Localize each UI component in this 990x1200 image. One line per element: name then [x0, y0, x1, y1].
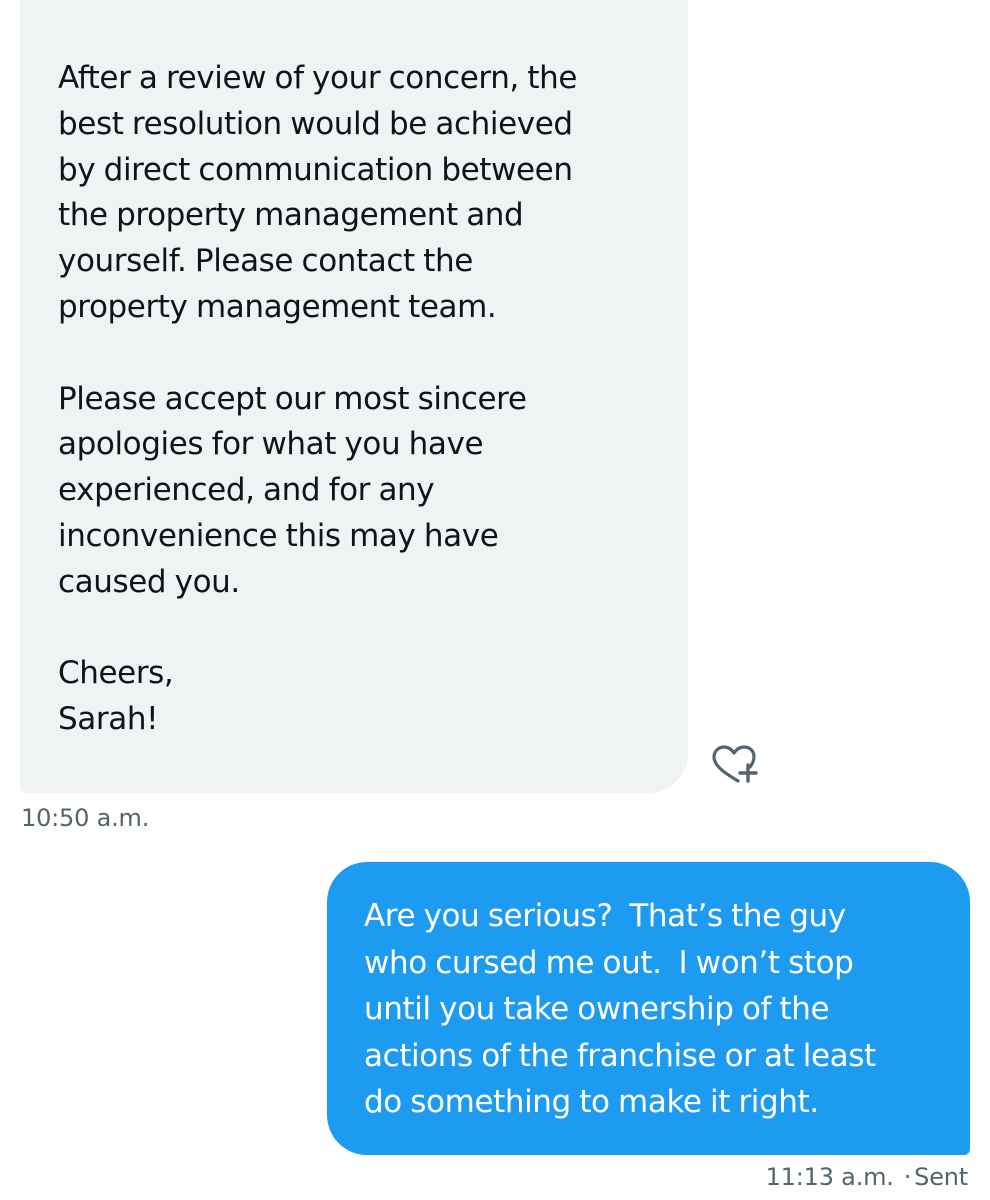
- received-line: caused you.: [58, 563, 240, 600]
- sent-message-meta: 11:13 a.m. · Sent: [765, 1163, 969, 1191]
- heart-plus-icon: [712, 745, 758, 783]
- meta-separator: ·: [903, 1163, 912, 1191]
- sent-status: Sent: [914, 1163, 968, 1191]
- received-line: Please accept our most sincere: [58, 380, 527, 417]
- sent-line: do something to make it right.: [364, 1084, 819, 1120]
- sent-message-text: Are you serious? That’s the guy who curs…: [364, 893, 964, 1126]
- sent-line: Are you serious? That’s the guy: [364, 898, 846, 934]
- sent-line: actions of the franchise or at least: [364, 1037, 876, 1074]
- sent-timestamp: 11:13 a.m.: [765, 1163, 894, 1191]
- add-reaction-button[interactable]: [708, 742, 764, 790]
- received-line: by direct communication between: [58, 151, 573, 188]
- sent-line: until you take ownership of the: [364, 991, 830, 1027]
- received-timestamp: 10:50 a.m.: [21, 804, 150, 832]
- received-line: experienced, and for any: [58, 472, 435, 509]
- sent-line: who cursed me out. I won’t stop: [364, 944, 854, 981]
- received-line: Cheers,: [58, 655, 174, 692]
- received-line: property management team.: [58, 288, 497, 325]
- received-line: the property management and: [58, 197, 524, 234]
- received-message-text: After a review of your concern, the best…: [58, 56, 658, 743]
- received-line: After a review of your concern, the: [58, 60, 578, 96]
- received-line: inconvenience this may have: [58, 517, 499, 554]
- received-line: yourself. Please contact the: [58, 243, 473, 280]
- received-line: Sarah!: [58, 701, 159, 738]
- received-line: best resolution would be achieved: [58, 105, 573, 142]
- received-line: apologies for what you have: [58, 426, 484, 463]
